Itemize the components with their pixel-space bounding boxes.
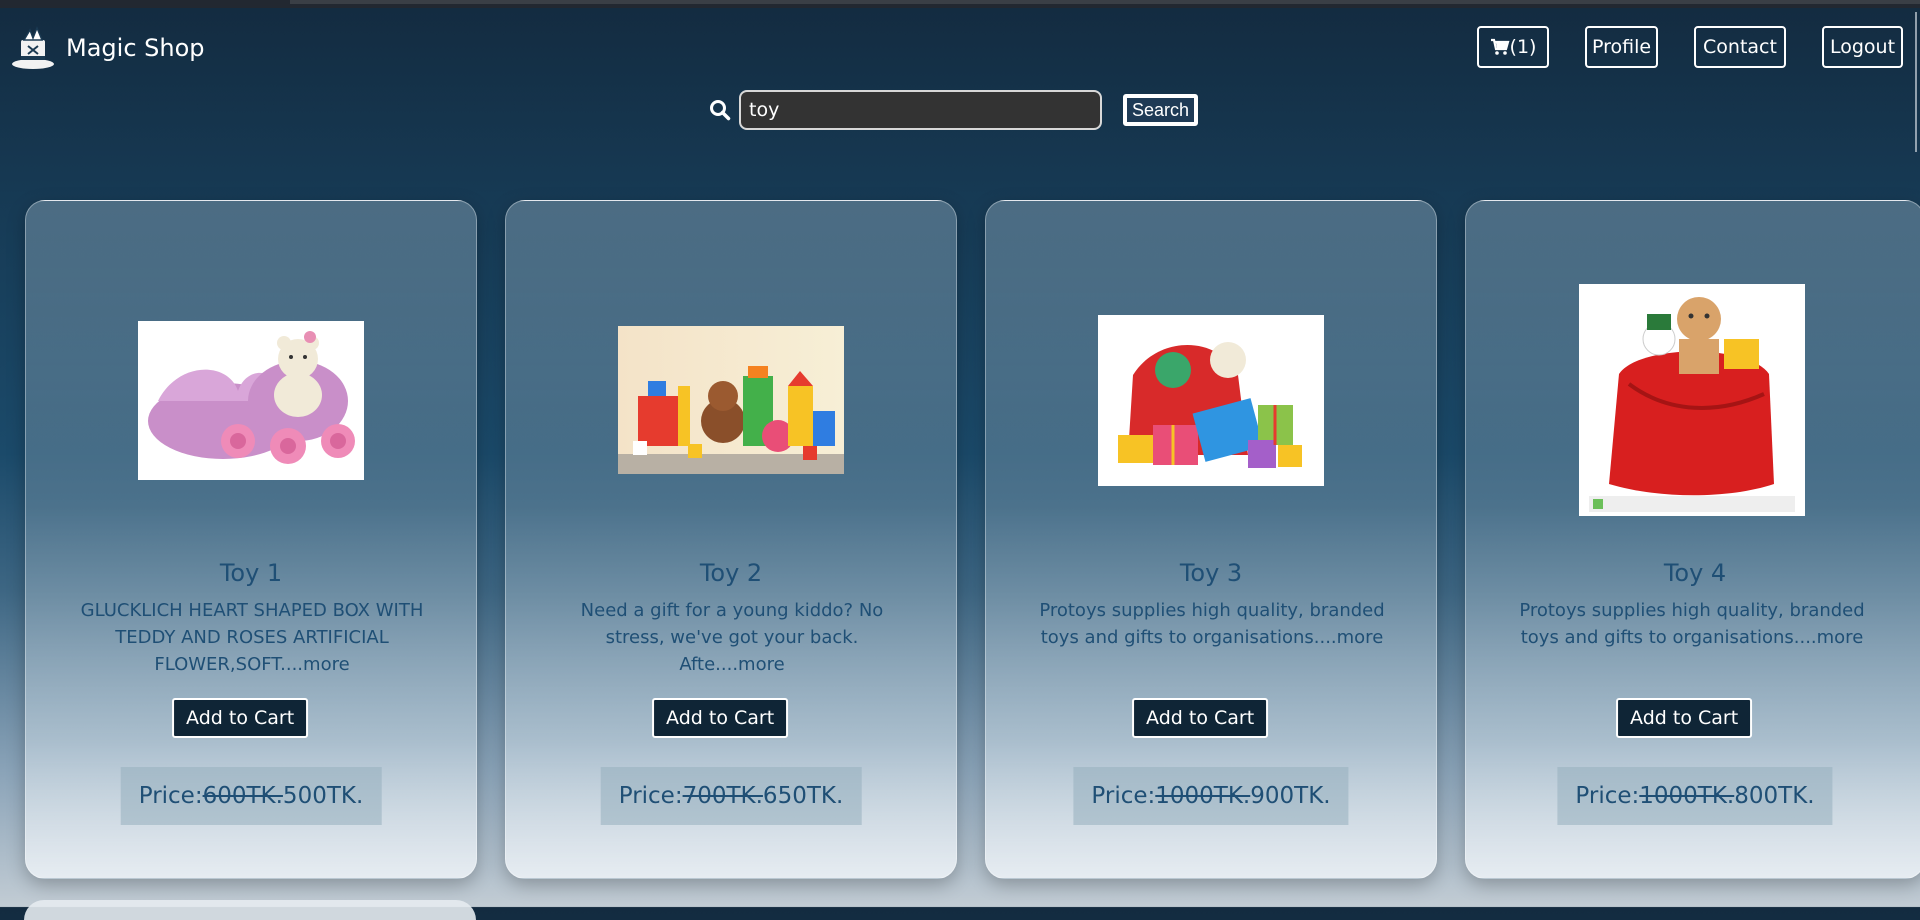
product-card: Toy 1 GLUCKLICH HEART SHAPED BOX WITH TE… xyxy=(25,200,477,879)
price-label: Price: xyxy=(1575,783,1640,809)
contact-button[interactable]: Contact xyxy=(1694,26,1786,68)
old-price: 1000TK. xyxy=(1639,783,1735,809)
next-row-card-edge xyxy=(24,900,476,920)
product-name[interactable]: Toy 4 xyxy=(1466,559,1920,587)
add-to-cart-button[interactable]: Add to Cart xyxy=(652,698,789,738)
product-name[interactable]: Toy 2 xyxy=(506,559,956,587)
product-price: Price: 1000TK. 900TK. xyxy=(1073,767,1349,825)
teddy-heart-box-image xyxy=(138,321,364,480)
new-price: 800TK. xyxy=(1734,783,1815,809)
browser-tab-bar xyxy=(290,0,1920,4)
product-card: Toy 2 Need a gift for a young kiddo? No … xyxy=(505,200,957,879)
cart-button[interactable]: (1) xyxy=(1477,26,1549,68)
product-name[interactable]: Toy 1 xyxy=(26,559,476,587)
page-scrollbar[interactable] xyxy=(1915,12,1917,152)
add-to-cart-button[interactable]: Add to Cart xyxy=(1132,698,1269,738)
browser-top-strip xyxy=(0,0,1920,8)
new-price: 900TK. xyxy=(1250,783,1331,809)
price-label: Price: xyxy=(1091,783,1156,809)
product-image[interactable] xyxy=(618,326,844,474)
gift-bag-image xyxy=(1098,315,1324,486)
search-button[interactable]: Search xyxy=(1123,94,1198,126)
logout-button[interactable]: Logout xyxy=(1822,26,1903,68)
product-image[interactable] xyxy=(1098,315,1324,486)
old-price: 1000TK. xyxy=(1155,783,1251,809)
brand[interactable]: Magic Shop xyxy=(10,26,205,70)
price-label: Price: xyxy=(618,783,683,809)
toy-pile-image xyxy=(618,326,844,474)
product-image[interactable] xyxy=(138,321,364,480)
search-button-label: Search xyxy=(1127,98,1194,122)
new-price: 650TK. xyxy=(762,783,844,809)
product-description[interactable]: GLUCKLICH HEART SHAPED BOX WITH TEDDY AN… xyxy=(76,597,428,678)
cart-count: (1) xyxy=(1509,36,1537,58)
product-price: Price: 700TK. 650TK. xyxy=(600,767,862,825)
add-to-cart-button[interactable]: Add to Cart xyxy=(1616,698,1753,738)
product-image[interactable] xyxy=(1579,284,1805,516)
old-price: 600TK. xyxy=(202,783,283,809)
search-icon xyxy=(710,100,731,121)
search-input[interactable] xyxy=(739,90,1102,130)
product-description[interactable]: Protoys supplies high quality, branded t… xyxy=(1036,597,1388,651)
price-label: Price: xyxy=(138,783,203,809)
santa-sack-image xyxy=(1579,284,1805,516)
profile-button[interactable]: Profile xyxy=(1585,26,1658,68)
product-description[interactable]: Need a gift for a young kiddo? No stress… xyxy=(556,597,908,678)
product-price: Price: 1000TK. 800TK. xyxy=(1557,767,1833,825)
cart-icon xyxy=(1490,38,1509,55)
magic-hat-logo-icon xyxy=(12,26,54,69)
product-card: Toy 3 Protoys supplies high quality, bra… xyxy=(985,200,1437,879)
new-price: 500TK. xyxy=(282,783,364,809)
add-to-cart-button[interactable]: Add to Cart xyxy=(172,698,309,738)
brand-name[interactable]: Magic Shop xyxy=(66,34,205,62)
product-name[interactable]: Toy 3 xyxy=(986,559,1436,587)
product-price: Price: 600TK. 500TK. xyxy=(120,767,382,825)
old-price: 700TK. xyxy=(682,783,763,809)
product-description[interactable]: Protoys supplies high quality, branded t… xyxy=(1516,597,1868,651)
product-card: Toy 4 Protoys supplies high quality, bra… xyxy=(1465,200,1920,879)
